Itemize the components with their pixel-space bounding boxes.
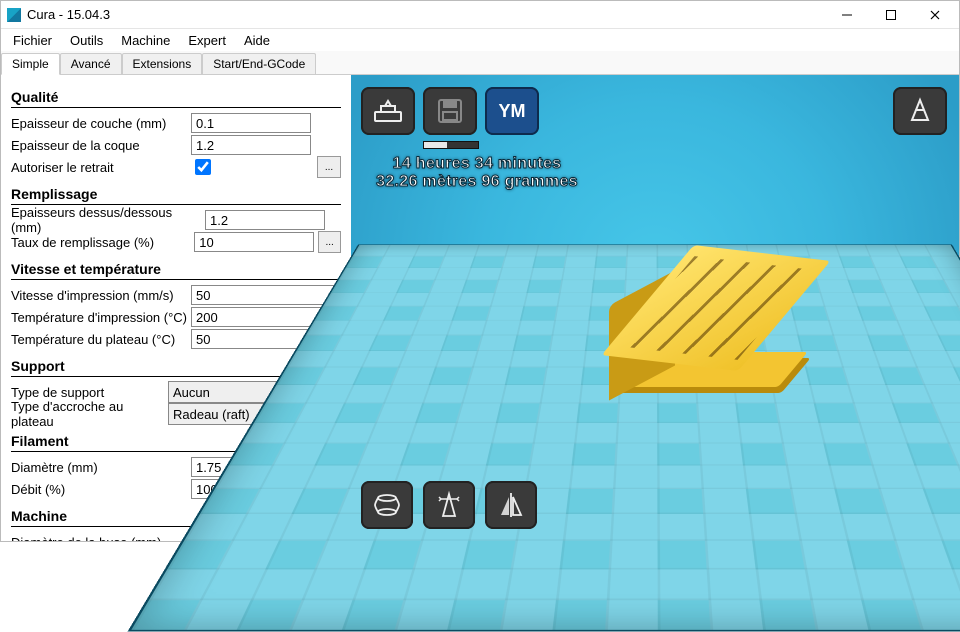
app-icon (7, 8, 21, 22)
layer-height-input[interactable] (191, 113, 311, 133)
3d-viewport[interactable]: YM 14 heures 34 minutes 32.26 mètres 96 … (351, 75, 959, 541)
window-maximize-button[interactable] (869, 1, 913, 29)
menubar: Fichier Outils Machine Expert Aide (1, 29, 959, 51)
save-gcode-button[interactable] (423, 87, 477, 135)
menu-file[interactable]: Fichier (5, 31, 60, 50)
filament-diameter-label: Diamètre (mm) (11, 460, 187, 475)
share-youmagine-button[interactable]: YM (485, 87, 539, 135)
settings-tabs: Simple Avancé Extensions Start/End-GCode (1, 51, 959, 75)
tab-extensions[interactable]: Extensions (122, 53, 203, 74)
flow-label: Débit (%) (11, 482, 187, 497)
view-mode-button[interactable] (893, 87, 947, 135)
layer-height-label: Epaisseur de couche (mm) (11, 116, 187, 131)
fill-density-more-button[interactable]: ... (318, 231, 341, 253)
print-estimate: 14 heures 34 minutes 32.26 mètres 96 gra… (357, 155, 597, 191)
slice-progress (423, 141, 479, 149)
section-speed-heading: Vitesse et température (11, 261, 341, 277)
section-quality-heading: Qualité (11, 89, 341, 105)
top-bottom-label: Epaisseurs dessus/dessous (mm) (11, 205, 201, 235)
window-titlebar: Cura - 15.04.3 (1, 1, 959, 29)
shell-thickness-label: Epaisseur de la coque (11, 138, 187, 153)
bed-temp-label: Température du plateau (°C) (11, 332, 187, 347)
tab-advanced[interactable]: Avancé (60, 53, 122, 74)
open-file-button[interactable] (361, 87, 415, 135)
divider (11, 107, 341, 108)
fill-density-input[interactable] (194, 232, 314, 252)
top-bottom-input[interactable] (205, 210, 325, 230)
ym-label: YM (499, 101, 526, 122)
menu-expert[interactable]: Expert (180, 31, 234, 50)
loaded-model[interactable] (631, 233, 821, 393)
rotate-tool-button[interactable] (361, 481, 413, 529)
menu-tools[interactable]: Outils (62, 31, 111, 50)
window-title: Cura - 15.04.3 (27, 7, 110, 22)
estimate-material: 32.26 mètres 96 grammes (357, 173, 597, 191)
mirror-tool-button[interactable] (485, 481, 537, 529)
shell-thickness-input[interactable] (191, 135, 311, 155)
retraction-checkbox[interactable] (195, 159, 211, 175)
support-type-label: Type de support (11, 385, 164, 400)
window-close-button[interactable] (913, 1, 957, 29)
print-temp-label: Température d'impression (°C) (11, 310, 187, 325)
retraction-more-button[interactable]: ... (317, 156, 341, 178)
menu-help[interactable]: Aide (236, 31, 278, 50)
tab-simple[interactable]: Simple (1, 53, 60, 75)
slice-progress-fill (424, 142, 447, 148)
menu-machine[interactable]: Machine (113, 31, 178, 50)
window-minimize-button[interactable] (825, 1, 869, 29)
print-speed-input[interactable] (191, 285, 336, 305)
fill-density-label: Taux de remplissage (%) (11, 235, 190, 250)
section-fill-heading: Remplissage (11, 186, 341, 202)
scale-tool-button[interactable] (423, 481, 475, 529)
tab-start-end-gcode[interactable]: Start/End-GCode (202, 53, 316, 74)
print-speed-label: Vitesse d'impression (mm/s) (11, 288, 187, 303)
retraction-label: Autoriser le retrait (11, 160, 187, 175)
nozzle-label: Diamètre de la buse (mm) (11, 535, 187, 542)
adhesion-type-label: Type d'accroche au plateau (11, 399, 164, 429)
divider (11, 279, 341, 280)
estimate-time: 14 heures 34 minutes (357, 155, 597, 173)
